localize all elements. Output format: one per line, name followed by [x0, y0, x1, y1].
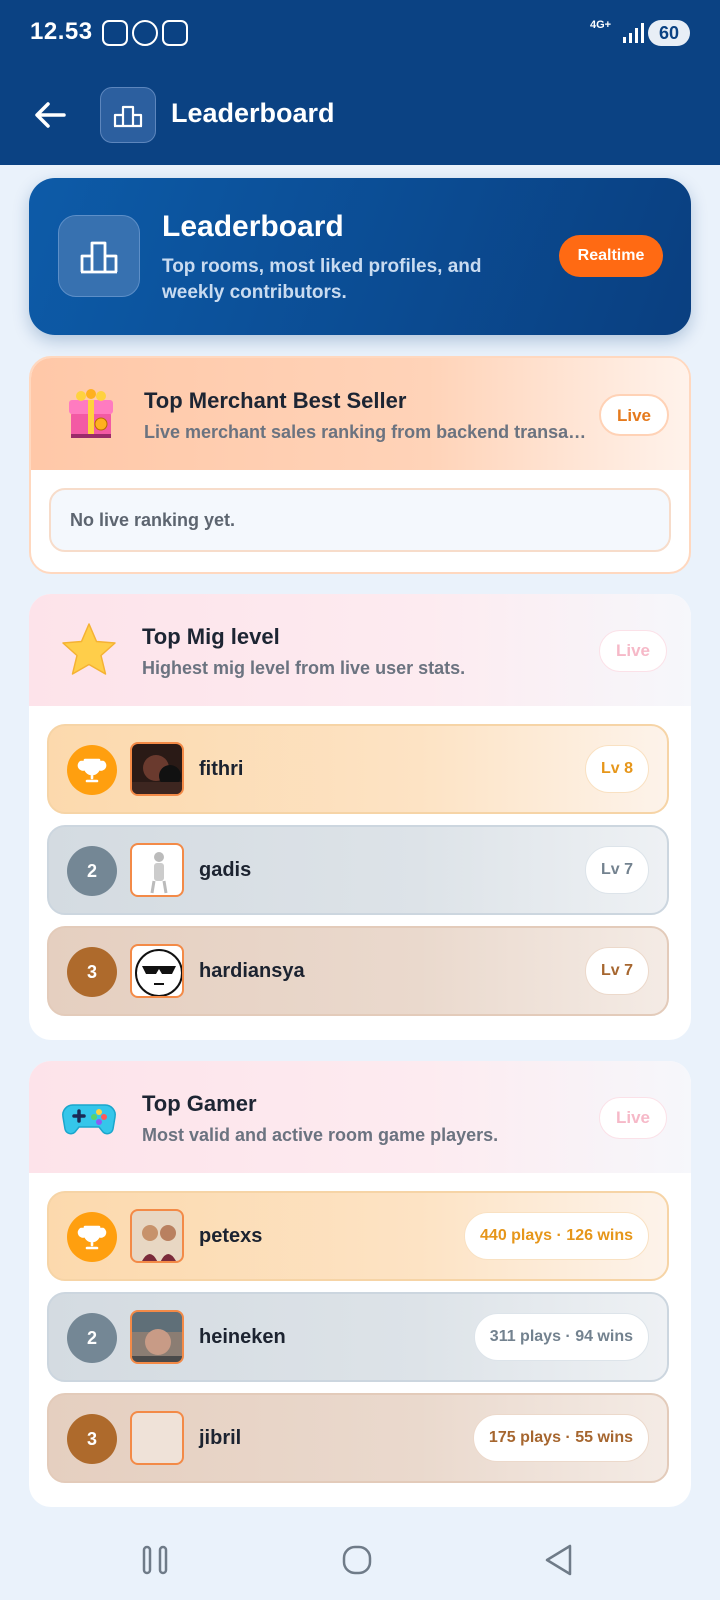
- section-subtitle: Live merchant sales ranking from backend…: [144, 422, 594, 442]
- rank-badge: [67, 1212, 117, 1262]
- leaderboard-row[interactable]: fithri Lv 8: [47, 724, 669, 814]
- recent-apps-icon[interactable]: [136, 1540, 176, 1580]
- section-title: Top Gamer: [142, 1091, 257, 1116]
- trophy-icon: [77, 1225, 107, 1250]
- username: petexs: [199, 1225, 263, 1247]
- leaderboard-hero-card: Leaderboard Top rooms, most liked profil…: [29, 178, 691, 335]
- section-top-merchant: Top Merchant Best Seller Live merchant s…: [29, 356, 691, 574]
- avatar: [130, 944, 184, 998]
- avatar: [130, 742, 184, 796]
- username: gadis: [199, 859, 252, 881]
- level-badge: Lv 8: [584, 745, 649, 793]
- signal-icon: [623, 23, 644, 43]
- gamepad-icon: [62, 1104, 116, 1135]
- rank-badge: 3: [67, 947, 117, 997]
- section-top-gamer: Top Gamer Most valid and active room gam…: [29, 1061, 691, 1507]
- leaderboard-row[interactable]: 3 jibril 175 plays · 55 wins: [47, 1393, 669, 1483]
- network-type: 4G+: [590, 19, 612, 31]
- live-badge: Live: [598, 394, 669, 436]
- username: fithri: [199, 758, 244, 780]
- level-badge: Lv 7: [584, 947, 649, 995]
- live-badge: Live: [598, 1097, 667, 1139]
- section-subtitle: Highest mig level from live user stats.: [142, 658, 466, 678]
- page-title: Leaderboard: [171, 98, 335, 128]
- avatar: [130, 843, 184, 897]
- message-icon: [162, 20, 188, 46]
- username: heineken: [199, 1326, 286, 1348]
- system-nav-bar: [0, 1520, 720, 1600]
- hero-subtitle: Top rooms, most liked profiles, and week…: [162, 256, 482, 303]
- game-stats-badge: 175 plays · 55 wins: [472, 1414, 649, 1462]
- section-header: Top Gamer Most valid and active room gam…: [29, 1061, 691, 1173]
- live-badge: Live: [598, 630, 667, 672]
- hero-title: Leaderboard: [162, 210, 344, 243]
- rank-badge: 3: [67, 1414, 117, 1464]
- empty-ranking-message: No live ranking yet.: [49, 488, 671, 552]
- game-stats-badge: 440 plays · 126 wins: [464, 1212, 649, 1260]
- podium-icon: [100, 87, 156, 143]
- leaderboard-row[interactable]: 2 heineken 311 plays · 94 wins: [47, 1292, 669, 1382]
- section-header: Top Mig level Highest mig level from liv…: [29, 594, 691, 706]
- section-header: Top Merchant Best Seller Live merchant s…: [31, 358, 689, 470]
- avatar: [130, 1310, 184, 1364]
- screenshot-icon: [102, 20, 128, 46]
- status-time: 12.53: [30, 18, 93, 45]
- section-title: Top Merchant Best Seller: [144, 388, 407, 413]
- level-badge: Lv 7: [584, 846, 649, 894]
- section-top-mig-level: Top Mig level Highest mig level from liv…: [29, 594, 691, 1040]
- section-subtitle: Most valid and active room game players.: [142, 1125, 499, 1145]
- trophy-icon: [77, 758, 107, 783]
- section-title: Top Mig level: [142, 624, 280, 649]
- realtime-badge[interactable]: Realtime: [559, 235, 663, 277]
- app-bar: Leaderboard: [0, 80, 720, 150]
- top-bar: 12.53 4G+ 60 Leaderboard: [0, 0, 720, 165]
- username: hardiansya: [199, 960, 305, 982]
- status-bar: 12.53 4G+ 60: [0, 0, 720, 66]
- username: jibril: [199, 1427, 242, 1449]
- rank-badge: [67, 745, 117, 795]
- home-icon[interactable]: [337, 1540, 377, 1580]
- back-icon[interactable]: [540, 1540, 580, 1580]
- rank-badge: 2: [67, 846, 117, 896]
- arrow-left-icon[interactable]: [30, 94, 72, 136]
- battery-indicator: 60: [648, 20, 690, 46]
- leaderboard-row[interactable]: petexs 440 plays · 126 wins: [47, 1191, 669, 1281]
- app-notification-icon: [132, 20, 158, 46]
- leaderboard-row[interactable]: 2 gadis Lv 7: [47, 825, 669, 915]
- game-stats-badge: 311 plays · 94 wins: [473, 1313, 649, 1361]
- rank-badge: 2: [67, 1313, 117, 1363]
- star-icon: [62, 623, 116, 675]
- gift-box-icon: [69, 389, 113, 438]
- avatar: [130, 1209, 184, 1263]
- leaderboard-row[interactable]: 3 hardiansya Lv 7: [47, 926, 669, 1016]
- avatar: [130, 1411, 184, 1465]
- podium-icon: [58, 215, 140, 297]
